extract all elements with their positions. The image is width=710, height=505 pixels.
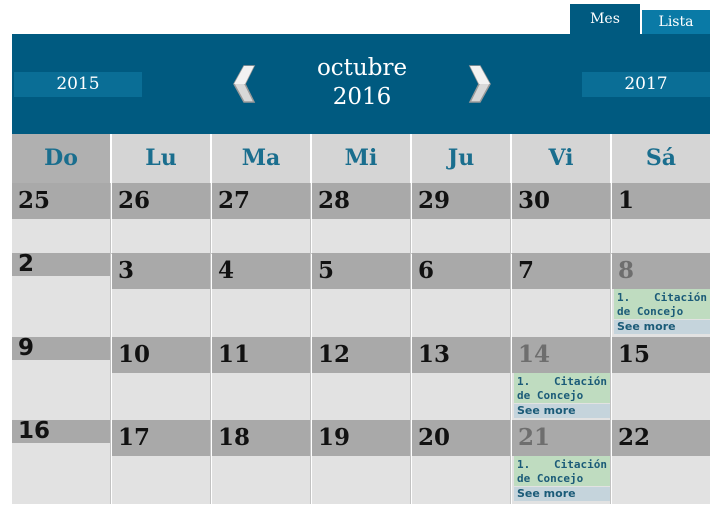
day-cell[interactable]: 9 [12,337,111,420]
day-number: 5 [312,253,410,289]
day-cell[interactable]: 20 [412,420,511,504]
weekday-header: Sá [612,134,710,183]
day-number: 3 [112,253,210,289]
prev-year-button[interactable]: 2015 [14,72,142,97]
day-number: 7 [512,253,610,289]
month-year: 2016 [332,84,392,110]
day-cell[interactable]: 25 [12,183,111,253]
calendar-event[interactable]: 1. Citación de Concejo [514,456,610,486]
day-cell[interactable]: 2 [12,253,111,337]
next-month-arrow-icon[interactable] [468,65,494,103]
day-number: 13 [412,337,510,373]
day-cell[interactable]: 14 1. Citación de Concejo See more [512,337,611,420]
event-title: Citación [554,375,607,388]
day-cell[interactable]: 8 1. Citación de Concejo See more [612,253,710,337]
weekday-header: Mi [312,134,411,183]
day-cell[interactable]: 28 [312,183,411,253]
tab-list[interactable]: Lista [642,10,710,34]
day-cell[interactable]: 21 1. Citación de Concejo See more [512,420,611,504]
day-number: 26 [112,183,210,219]
day-cell[interactable]: 15 [612,337,710,420]
day-cell[interactable]: 18 [212,420,311,504]
day-cell[interactable]: 30 [512,183,611,253]
day-cell[interactable]: 4 [212,253,311,337]
day-cell[interactable]: 7 [512,253,611,337]
weekday-header: Ma [212,134,311,183]
day-cell[interactable]: 12 [312,337,411,420]
event-number: 1. [517,375,531,388]
month-title: octubre 2016 [272,54,452,112]
day-number: 25 [12,183,110,219]
see-more-link[interactable]: See more [514,404,610,418]
event-number: 1. [517,458,531,471]
calendar-event[interactable]: 1. Citación de Concejo [514,373,610,403]
day-cell[interactable]: 3 [112,253,211,337]
day-cell[interactable]: 29 [412,183,511,253]
month-name: octubre [316,55,408,81]
day-number: 12 [312,337,410,373]
prev-month-arrow-icon[interactable] [230,65,256,103]
day-cell[interactable]: 16 [12,420,111,504]
event-title-continued: de Concejo [517,389,584,402]
day-number: 10 [112,337,210,373]
weekday-header: Ju [412,134,511,183]
day-cell[interactable]: 26 [112,183,211,253]
day-number: 17 [112,420,210,456]
calendar-event[interactable]: 1. Citación de Concejo [614,289,710,319]
day-number: 4 [212,253,310,289]
calendar-grid: Do Lu Ma Mi Ju Vi Sá 25 26 27 28 29 30 1 2 3 4 5 6 7 8 1. Cit… [12,134,710,505]
weekday-header-row: Do Lu Ma Mi Ju Vi Sá [12,134,710,183]
day-cell[interactable]: 27 [212,183,311,253]
day-number: 18 [212,420,310,456]
day-number: 8 [612,253,710,289]
day-number: 9 [12,337,110,360]
day-cell[interactable]: 19 [312,420,411,504]
day-cell[interactable]: 1 [612,183,710,253]
day-number: 21 [512,420,610,456]
event-title: Citación [654,291,707,304]
day-cell[interactable]: 22 [612,420,710,504]
day-cell[interactable]: 17 [112,420,211,504]
see-more-link[interactable]: See more [614,320,710,334]
event-title-continued: de Concejo [517,472,584,485]
day-number: 2 [12,253,110,276]
day-number: 15 [612,337,710,373]
day-number: 6 [412,253,510,289]
day-number: 30 [512,183,610,219]
event-number: 1. [617,291,631,304]
event-title-continued: de Concejo [617,305,684,318]
day-number: 16 [12,420,110,443]
event-title: Citación [554,458,607,471]
calendar-header: 2015 octubre 2016 2017 [12,34,710,134]
day-number: 19 [312,420,410,456]
weekday-header: Vi [512,134,611,183]
see-more-link[interactable]: See more [514,487,610,501]
day-number: 1 [612,183,710,219]
day-number: 27 [212,183,310,219]
day-cell[interactable]: 6 [412,253,511,337]
next-year-button[interactable]: 2017 [582,72,710,97]
weekday-header: Do [12,134,111,183]
day-cell[interactable]: 10 [112,337,211,420]
day-number: 29 [412,183,510,219]
day-cell[interactable]: 11 [212,337,311,420]
day-number: 22 [612,420,710,456]
day-number: 14 [512,337,610,373]
tab-month[interactable]: Mes [570,4,640,34]
weekday-header: Lu [112,134,211,183]
day-cell[interactable]: 5 [312,253,411,337]
day-number: 28 [312,183,410,219]
day-number: 20 [412,420,510,456]
day-cell[interactable]: 13 [412,337,511,420]
day-number: 11 [212,337,310,373]
